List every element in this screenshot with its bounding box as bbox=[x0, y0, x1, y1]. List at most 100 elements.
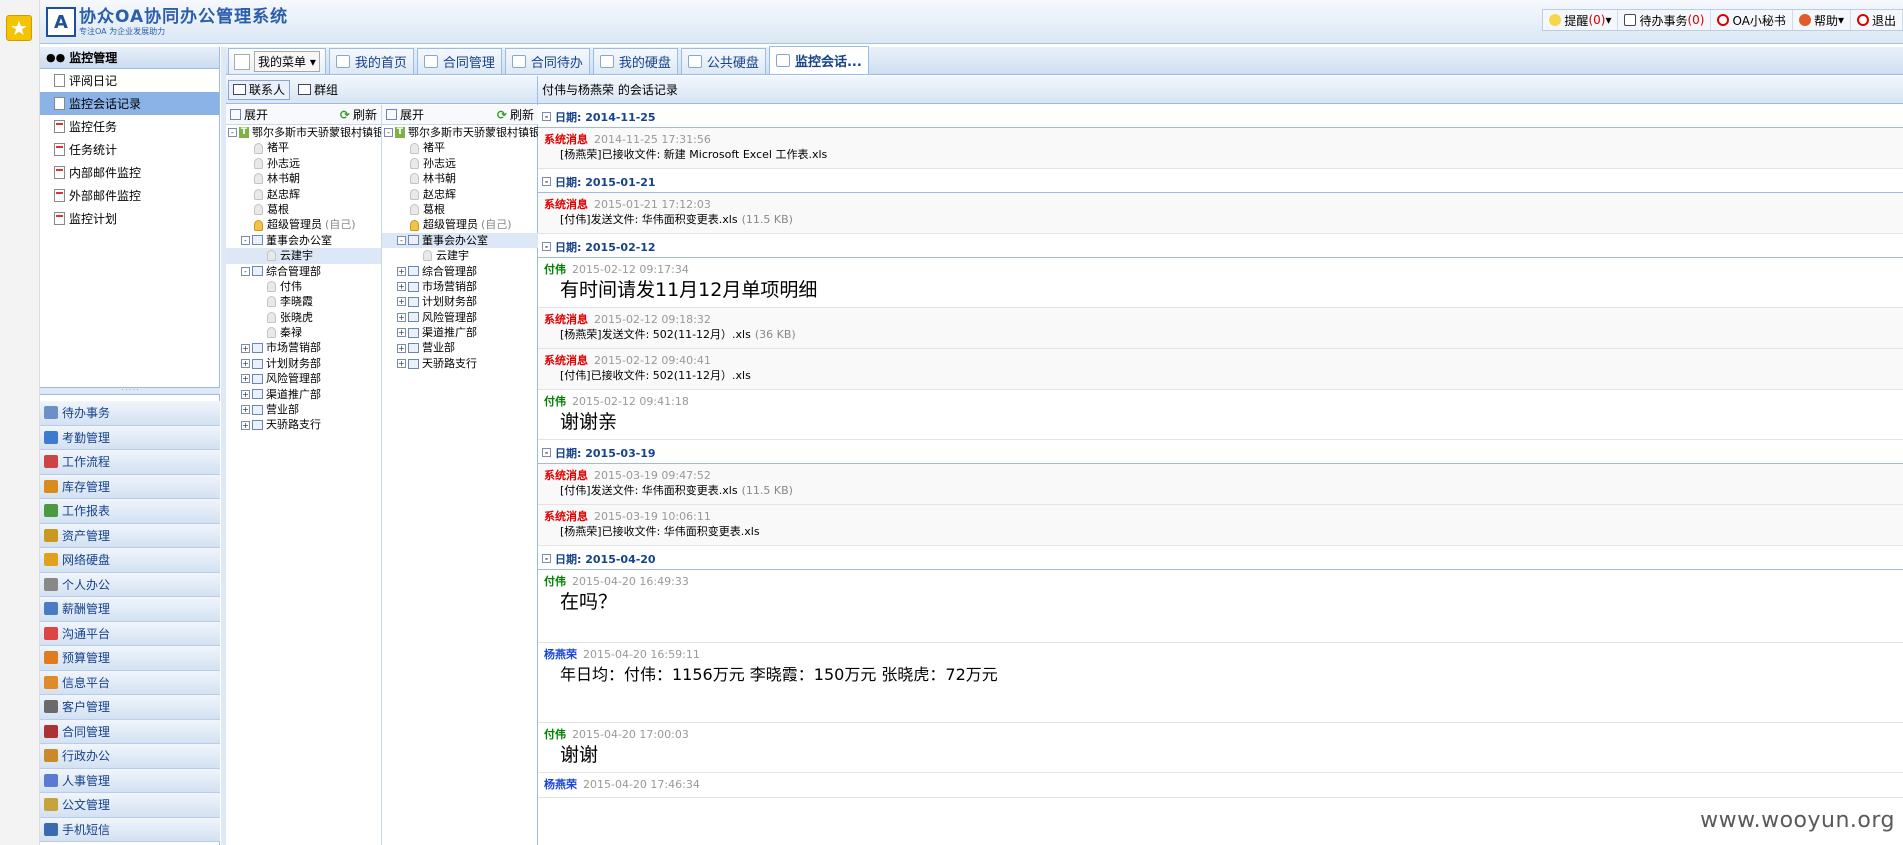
date-header[interactable]: - 日期: 2015-03-19 bbox=[538, 442, 1903, 464]
date-header[interactable]: - 日期: 2015-04-20 bbox=[538, 548, 1903, 570]
tree-node[interactable]: - T 鄂尔多斯市天骄蒙银村镇银行 bbox=[226, 125, 381, 140]
expander-icon[interactable]: - bbox=[241, 235, 250, 245]
tree-node[interactable]: + 天骄路支行 bbox=[382, 356, 538, 371]
tree-node[interactable]: 葛根 bbox=[226, 202, 381, 217]
module-item[interactable]: 沟通平台 bbox=[40, 621, 220, 646]
groups-tab-button[interactable]: 群组 bbox=[294, 80, 342, 100]
collapse-icon[interactable]: - bbox=[542, 448, 551, 457]
tree-node[interactable]: 云建宇 bbox=[382, 248, 538, 263]
tab-item[interactable]: 监控会话... bbox=[768, 46, 869, 74]
expander-icon[interactable]: + bbox=[397, 266, 406, 276]
expander-icon[interactable]: - bbox=[241, 266, 250, 276]
collapse-icon[interactable]: - bbox=[542, 112, 551, 121]
tab-item[interactable]: 我的首页 bbox=[328, 48, 414, 74]
expander-icon[interactable]: - bbox=[228, 128, 237, 138]
module-item[interactable]: 客户管理 bbox=[40, 695, 220, 720]
module-item[interactable]: 合同管理 bbox=[40, 719, 220, 744]
module-item[interactable]: 网络硬盘 bbox=[40, 548, 220, 573]
expander-icon[interactable]: + bbox=[241, 359, 250, 369]
refresh-button[interactable]: ⟳ 刷新 bbox=[497, 106, 534, 123]
tree-node[interactable]: 付伟 bbox=[226, 279, 381, 294]
todo-button[interactable]: 待办事务 (0) bbox=[1618, 10, 1712, 30]
tree-node[interactable]: -T鄂尔多斯市天骄蒙银村镇银行股 bbox=[382, 125, 538, 140]
tree-node[interactable]: 李晓霞 bbox=[226, 294, 381, 309]
module-item[interactable]: 待办事务 bbox=[40, 401, 220, 426]
module-item[interactable]: 手机短信 bbox=[40, 817, 220, 842]
expander-icon[interactable]: + bbox=[397, 312, 406, 322]
tree-node[interactable]: + 渠道推广部 bbox=[226, 387, 381, 402]
collapse-icon[interactable]: - bbox=[542, 554, 551, 563]
expander-icon[interactable]: + bbox=[241, 420, 250, 430]
oa-secretary-button[interactable]: OA小秘书 bbox=[1711, 10, 1793, 30]
expander-icon[interactable]: + bbox=[397, 343, 406, 353]
module-item[interactable]: 信息平台 bbox=[40, 670, 220, 695]
expand-button[interactable]: 展开 bbox=[230, 106, 268, 123]
sidebar-item[interactable]: 外部邮件监控 bbox=[40, 184, 219, 207]
tree-node[interactable]: + 市场营销部 bbox=[226, 340, 381, 355]
tree-node[interactable]: 葛根 bbox=[382, 202, 538, 217]
tree-node[interactable]: + 营业部 bbox=[382, 340, 538, 355]
sidebar-item[interactable]: 任务统计 bbox=[40, 138, 219, 161]
collapse-icon[interactable]: - bbox=[542, 242, 551, 251]
tree-node[interactable]: + 风险管理部 bbox=[226, 371, 381, 386]
expander-icon[interactable]: + bbox=[241, 405, 250, 415]
tree-node[interactable]: 孙志远 bbox=[226, 156, 381, 171]
module-item[interactable]: 考勤管理 bbox=[40, 425, 220, 450]
refresh-button[interactable]: ⟳ 刷新 bbox=[340, 106, 377, 123]
tree-node[interactable]: - 董事会办公室 bbox=[226, 233, 381, 248]
expander-icon[interactable]: + bbox=[397, 359, 406, 369]
tree-node[interactable]: 林书朝 bbox=[382, 171, 538, 186]
sidebar-item[interactable]: 监控会话记录 bbox=[40, 92, 219, 115]
tab-item[interactable]: 公共硬盘 bbox=[680, 48, 766, 74]
expander-icon[interactable]: + bbox=[397, 282, 406, 292]
tree-node[interactable]: 秦禄 bbox=[226, 325, 381, 340]
tree-node[interactable]: 云建宇 bbox=[226, 248, 381, 264]
reminder-button[interactable]: 提醒 (0) ▾ bbox=[1543, 10, 1619, 30]
expander-icon[interactable]: - bbox=[384, 128, 393, 138]
collapse-icon[interactable]: - bbox=[542, 177, 551, 186]
tree-node[interactable]: 孙志远 bbox=[382, 156, 538, 171]
tree-node[interactable]: - 董事会办公室 bbox=[382, 232, 538, 249]
tree-node[interactable]: + 综合管理部 bbox=[382, 264, 538, 279]
tree-node[interactable]: + 计划财务部 bbox=[382, 294, 538, 309]
tree-node[interactable]: 赵忠辉 bbox=[226, 187, 381, 202]
tab-item[interactable]: 我的硬盘 bbox=[592, 48, 678, 74]
date-header[interactable]: - 日期: 2014-11-25 bbox=[538, 106, 1903, 128]
logout-button[interactable]: 退出 bbox=[1851, 10, 1903, 30]
tree-node[interactable]: 赵忠辉 bbox=[382, 187, 538, 202]
module-item[interactable]: 资产管理 bbox=[40, 523, 220, 548]
module-item[interactable]: 库存管理 bbox=[40, 474, 220, 499]
module-item[interactable]: 预算管理 bbox=[40, 646, 220, 671]
sidebar-item[interactable]: 监控计划 bbox=[40, 207, 219, 230]
tree-node[interactable]: 超级管理员 (自己) bbox=[226, 217, 381, 232]
tree-node[interactable]: + 营业部 bbox=[226, 402, 381, 417]
tree-node[interactable]: 林书朝 bbox=[226, 171, 381, 186]
module-item[interactable]: 个人办公 bbox=[40, 572, 220, 597]
module-item[interactable]: 人事管理 bbox=[40, 768, 220, 793]
contacts-tab-button[interactable]: 联系人 bbox=[228, 79, 291, 100]
module-item[interactable]: 行政办公 bbox=[40, 744, 220, 769]
my-menu-button[interactable]: 我的菜单 ▾ bbox=[228, 48, 326, 74]
module-item[interactable]: 工作流程 bbox=[40, 450, 220, 475]
tree-node[interactable]: + 天骄路支行 bbox=[226, 417, 381, 432]
star-icon[interactable]: ★ bbox=[6, 15, 32, 41]
sidebar-item[interactable]: 内部邮件监控 bbox=[40, 161, 219, 184]
tree-node[interactable]: 褚平 bbox=[226, 140, 381, 155]
expander-icon[interactable]: + bbox=[397, 328, 406, 338]
expander-icon[interactable]: + bbox=[241, 374, 250, 384]
tree-node[interactable]: 超级管理员 (自己) bbox=[382, 217, 538, 232]
tree-node[interactable]: 张晓虎 bbox=[226, 310, 381, 325]
tab-item[interactable]: 合同管理 bbox=[416, 48, 502, 74]
module-item[interactable]: 公文管理 bbox=[40, 793, 220, 818]
tree-node[interactable]: - 综合管理部 bbox=[226, 264, 381, 279]
expander-icon[interactable]: - bbox=[397, 235, 406, 245]
date-header[interactable]: - 日期: 2015-01-21 bbox=[538, 171, 1903, 193]
expander-icon[interactable]: + bbox=[241, 343, 250, 353]
module-item[interactable]: 工作报表 bbox=[40, 499, 220, 524]
date-header[interactable]: - 日期: 2015-02-12 bbox=[538, 236, 1903, 258]
sidebar-item[interactable]: 监控任务 bbox=[40, 115, 219, 138]
help-button[interactable]: 帮助 ▾ bbox=[1793, 10, 1851, 30]
expand-button[interactable]: 展开 bbox=[386, 106, 424, 123]
sidebar-splitter[interactable]: · · · · · bbox=[40, 387, 220, 395]
tree-node[interactable]: + 市场营销部 bbox=[382, 279, 538, 294]
